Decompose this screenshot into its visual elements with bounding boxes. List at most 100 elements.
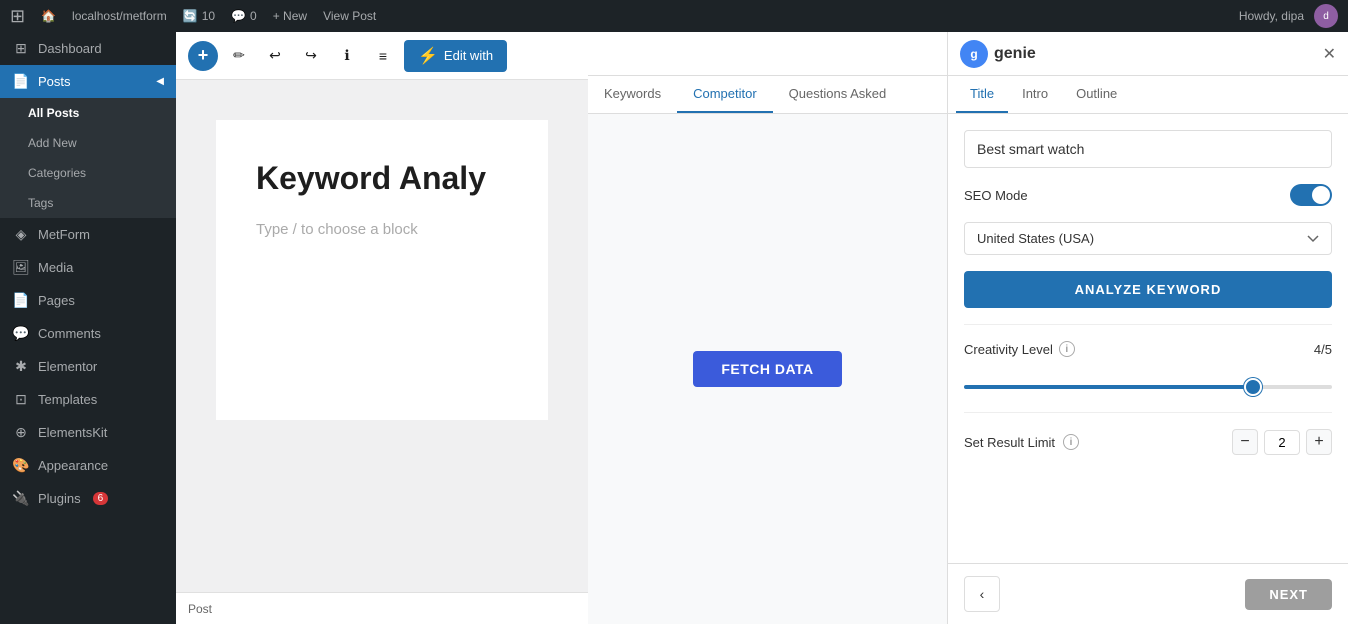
analyze-keyword-button[interactable]: ANALYZE KEYWORD [964, 271, 1332, 308]
edit-with-button[interactable]: ⚡ Edit with [404, 40, 507, 72]
add-block-button[interactable]: + [188, 41, 218, 71]
plugins-badge: 6 [93, 492, 109, 505]
templates-icon: ⊡ [12, 391, 30, 408]
categories-label: Categories [28, 166, 86, 180]
plugins-icon: 🔌 [12, 490, 30, 507]
editor-area: + ✏ ↩ ↪ ℹ ≡ ⚡ Edit with Keyword Analy Ty… [176, 32, 588, 624]
chevron-icon: ◀ [156, 76, 164, 87]
sidebar-item-plugins[interactable]: 🔌 Plugins 6 [0, 482, 176, 515]
sidebar-item-metform[interactable]: ◈ MetForm [0, 218, 176, 251]
editor-content[interactable]: Keyword Analy Type / to choose a block [176, 80, 588, 592]
seo-panel: g genie ✕ Title Intro Outline SEO Mode U… [948, 32, 1348, 624]
result-limit-value[interactable] [1264, 430, 1300, 455]
sidebar-item-tags[interactable]: Tags [0, 188, 176, 218]
all-posts-label: All Posts [28, 106, 79, 120]
sidebar-item-label: Dashboard [38, 41, 102, 56]
site-url[interactable]: localhost/metform [72, 9, 167, 23]
undo-button[interactable]: ↩ [260, 41, 290, 71]
sidebar-item-add-new[interactable]: Add New [0, 128, 176, 158]
competitor-tabs: Keywords Competitor Questions Asked [588, 76, 947, 114]
sidebar-item-label: Media [38, 260, 73, 275]
block-placeholder[interactable]: Type / to choose a block [256, 221, 508, 238]
admin-bar: ⊞ 🏠 localhost/metform 🔄 10 💬 0 + New Vie… [0, 0, 1348, 32]
back-button[interactable]: ‹ [964, 576, 1000, 612]
posts-icon: 📄 [12, 73, 30, 90]
comments-link[interactable]: 💬 0 [231, 9, 257, 23]
keyword-input[interactable] [964, 130, 1332, 168]
creativity-slider-container [964, 373, 1332, 396]
seo-mode-toggle[interactable] [1290, 184, 1332, 206]
sidebar-item-all-posts[interactable]: All Posts [0, 98, 176, 128]
new-button[interactable]: + New [273, 9, 307, 23]
elementor-icon: ✱ [12, 358, 30, 375]
limit-controls: − + [1232, 429, 1332, 455]
tab-competitor[interactable]: Competitor [677, 76, 773, 113]
tab-keywords[interactable]: Keywords [588, 76, 677, 113]
sidebar-item-pages[interactable]: 📄 Pages [0, 284, 176, 317]
result-limit-row: Set Result Limit i − + [964, 429, 1332, 455]
decrement-limit-button[interactable]: − [1232, 429, 1258, 455]
divider [964, 324, 1332, 325]
competitor-panel: Keywords Competitor Questions Asked FETC… [588, 32, 948, 624]
close-icon[interactable]: ✕ [1323, 44, 1336, 64]
site-icon[interactable]: 🏠 [41, 9, 56, 23]
increment-limit-button[interactable]: + [1306, 429, 1332, 455]
sidebar-item-elementor[interactable]: ✱ Elementor [0, 350, 176, 383]
sidebar-item-categories[interactable]: Categories [0, 158, 176, 188]
sidebar-item-label: Elementor [38, 359, 97, 374]
seo-panel-logo: g genie [960, 40, 1036, 68]
tab-questions-asked[interactable]: Questions Asked [773, 76, 903, 113]
sidebar-item-elementskit[interactable]: ⊕ ElementsKit [0, 416, 176, 449]
seo-body: SEO Mode United States (USA) ANALYZE KEY… [948, 114, 1348, 563]
sidebar-item-posts[interactable]: 📄 Posts ◀ [0, 65, 176, 98]
genie-logo-icon: g [960, 40, 988, 68]
competitor-panel-header [588, 32, 947, 76]
tab-title[interactable]: Title [956, 76, 1008, 113]
sidebar-item-appearance[interactable]: 🎨 Appearance [0, 449, 176, 482]
editor-inner: Keyword Analy Type / to choose a block [216, 120, 548, 420]
seo-tabs: Title Intro Outline [948, 76, 1348, 114]
sidebar-item-comments[interactable]: 💬 Comments [0, 317, 176, 350]
tab-intro[interactable]: Intro [1008, 76, 1062, 113]
sidebar-item-templates[interactable]: ⊡ Templates [0, 383, 176, 416]
seo-mode-row: SEO Mode [964, 184, 1332, 206]
creativity-slider[interactable] [964, 385, 1332, 389]
media-icon: 🖼 [12, 259, 30, 276]
sidebar-item-label: ElementsKit [38, 425, 107, 440]
country-select[interactable]: United States (USA) [964, 222, 1332, 255]
sidebar-item-label: Plugins [38, 491, 81, 506]
user-avatar[interactable]: d [1314, 4, 1338, 28]
info-button[interactable]: ℹ [332, 41, 362, 71]
result-limit-info-icon[interactable]: i [1063, 434, 1079, 450]
tags-label: Tags [28, 196, 53, 210]
tab-outline[interactable]: Outline [1062, 76, 1131, 113]
right-panels: Keywords Competitor Questions Asked FETC… [588, 32, 1348, 624]
editor-footer: Post [176, 592, 588, 624]
sidebar-item-dashboard[interactable]: ⊞ Dashboard [0, 32, 176, 65]
creativity-value: 4/5 [1314, 342, 1332, 357]
sidebar-item-label: Templates [38, 392, 97, 407]
next-button[interactable]: NEXT [1245, 579, 1332, 610]
edit-button[interactable]: ✏ [224, 41, 254, 71]
add-new-label: Add New [28, 136, 77, 150]
result-limit-label: Set Result Limit [964, 435, 1055, 450]
comments-icon: 💬 [12, 325, 30, 342]
pages-icon: 📄 [12, 292, 30, 309]
view-post-link[interactable]: View Post [323, 9, 376, 23]
sidebar-item-label: MetForm [38, 227, 90, 242]
sidebar-item-media[interactable]: 🖼 Media [0, 251, 176, 284]
more-button[interactable]: ≡ [368, 41, 398, 71]
updates-link[interactable]: 🔄 10 [183, 9, 215, 23]
dashboard-icon: ⊞ [12, 40, 30, 57]
sidebar-item-label: Appearance [38, 458, 108, 473]
fetch-data-button[interactable]: FETCH DATA [693, 351, 841, 387]
appearance-icon: 🎨 [12, 457, 30, 474]
redo-button[interactable]: ↪ [296, 41, 326, 71]
creativity-info-icon[interactable]: i [1059, 341, 1075, 357]
panel-footer: ‹ NEXT [948, 563, 1348, 624]
genie-logo-text: genie [994, 45, 1036, 63]
post-title[interactable]: Keyword Analy [256, 160, 508, 197]
wp-logo[interactable]: ⊞ [10, 6, 25, 27]
sidebar-item-label: Comments [38, 326, 101, 341]
elementor-e-icon: ⚡ [418, 46, 438, 66]
